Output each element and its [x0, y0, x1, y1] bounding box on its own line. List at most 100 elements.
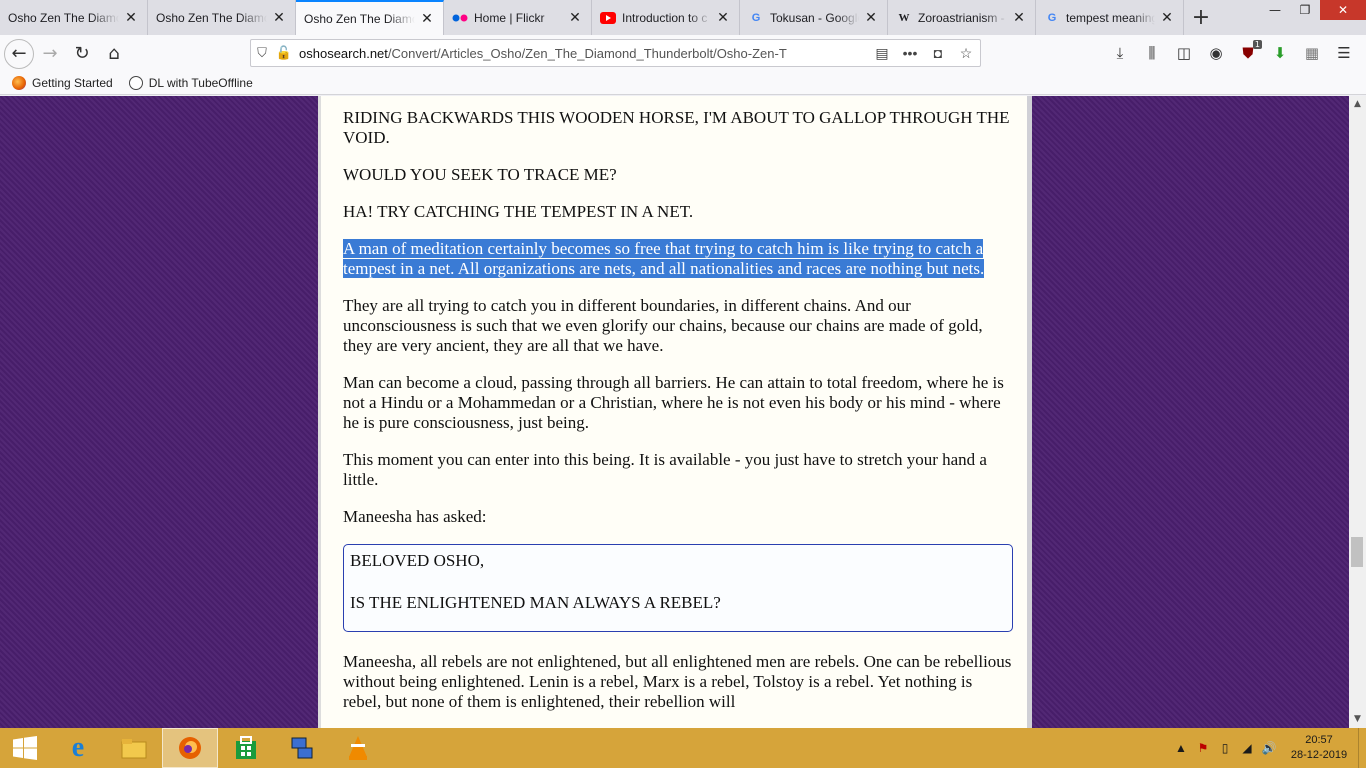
ublock-icon[interactable]: ⛊ 1 — [1232, 39, 1264, 67]
shield-icon[interactable]: ⛉ — [251, 45, 273, 61]
minimize-icon[interactable]: — — [1260, 0, 1290, 20]
tab-title: Zoroastrianism - — [918, 10, 1005, 25]
tab-osho-2[interactable]: Osho Zen The Diamond ✕ — [148, 0, 296, 35]
tab-osho-active[interactable]: Osho Zen The Diamond ✕ — [296, 0, 444, 35]
tab-title: Osho Zen The Diamond — [8, 10, 119, 25]
new-tab-button[interactable]: + — [1184, 0, 1218, 35]
tab-title: Osho Zen The Diamond — [304, 11, 415, 26]
windows-logo-icon — [13, 736, 37, 760]
show-hidden-icons-icon[interactable]: ▲ — [1170, 741, 1192, 755]
question-box: BELOVED OSHO, IS THE ENLIGHTENED MAN ALW… — [343, 544, 1013, 632]
file-explorer-icon[interactable] — [106, 728, 162, 768]
question-text: IS THE ENLIGHTENED MAN ALWAYS A REBEL? — [350, 593, 721, 612]
text-selection: A man of meditation certainly becomes so… — [343, 239, 985, 278]
tab-title: Home | Flickr — [474, 10, 545, 25]
close-window-icon[interactable]: ✕ — [1320, 0, 1366, 20]
clock-date: 28-12-2019 — [1290, 749, 1348, 761]
paragraph: Maneesha, all rebels are not enlightened… — [343, 652, 1012, 711]
navigation-toolbar: ← → ↻ ⌂ ⛉ 🔓 oshosearch.net/Convert/Artic… — [0, 35, 1366, 72]
store-icon[interactable] — [218, 728, 274, 768]
scrollbar-thumb[interactable] — [1351, 537, 1363, 567]
start-button[interactable] — [0, 728, 50, 768]
clock[interactable]: 20:57 28-12-2019 — [1280, 733, 1358, 763]
flickr-icon — [452, 10, 468, 26]
forward-arrow-icon[interactable]: → — [34, 38, 66, 70]
window-controls: — ❐ ✕ — [1260, 0, 1366, 22]
extension-icon[interactable]: ▦ — [1296, 39, 1328, 67]
sutra-line-3: HA! TRY CATCHING THE TEMPEST IN A NET. — [343, 202, 694, 221]
close-tab-icon[interactable]: ✕ — [419, 10, 435, 27]
windows-taskbar: e ▲ ⚑ ▯ ◢ 🔊 20:57 28-12-2019 — [0, 728, 1366, 768]
tab-title: Osho Zen The Diamond — [156, 10, 267, 25]
reader-view-icon[interactable]: ▤ — [868, 45, 896, 62]
battery-icon[interactable]: ▯ — [1214, 741, 1236, 755]
restore-icon[interactable]: ❐ — [1290, 0, 1320, 20]
scroll-down-icon[interactable]: ▼ — [1349, 711, 1366, 728]
tab-osho-1[interactable]: Osho Zen The Diamond ✕ — [0, 0, 148, 35]
download-helper-icon[interactable]: ⬇ — [1264, 39, 1296, 67]
tab-flickr[interactable]: Home | Flickr ✕ — [444, 0, 592, 35]
tab-google-tempest[interactable]: G tempest meaning ✕ — [1036, 0, 1184, 35]
close-tab-icon[interactable]: ✕ — [863, 9, 879, 26]
close-tab-icon[interactable]: ✕ — [715, 9, 731, 26]
bookmark-label: Getting Started — [32, 76, 113, 90]
scroll-up-icon[interactable]: ▲ — [1349, 96, 1366, 113]
tab-title: Introduction to c — [622, 10, 708, 25]
volume-icon[interactable]: 🔊 — [1258, 741, 1280, 755]
google-icon: G — [1047, 11, 1057, 24]
ublock-badge: 1 — [1252, 40, 1262, 49]
back-arrow-icon[interactable]: ← — [4, 38, 34, 69]
question-salutation: BELOVED OSHO, — [350, 551, 485, 570]
wikipedia-icon: W — [898, 11, 910, 24]
internet-explorer-icon[interactable]: e — [50, 728, 106, 768]
paragraph: They are all trying to catch you in diff… — [343, 296, 983, 355]
close-tab-icon[interactable]: ✕ — [1159, 9, 1175, 26]
firefox-icon — [12, 76, 26, 90]
article-body: RIDING BACKWARDS THIS WOODEN HORSE, I'M … — [343, 108, 1013, 728]
close-tab-icon[interactable]: ✕ — [1011, 9, 1027, 26]
account-icon[interactable]: ◉ — [1200, 39, 1232, 67]
sidebar-icon[interactable]: ◫ — [1168, 39, 1200, 67]
close-tab-icon[interactable]: ✕ — [567, 9, 583, 26]
close-tab-icon[interactable]: ✕ — [271, 9, 287, 26]
tab-title: tempest meaning — [1066, 10, 1155, 25]
reload-icon[interactable]: ↻ — [66, 38, 98, 70]
paragraph: Man can become a cloud, passing through … — [343, 373, 1004, 432]
download-icon[interactable]: ⤓ — [1104, 39, 1136, 67]
toolbar-extensions: ⤓ ⫼ ◫ ◉ ⛊ 1 ⬇ ▦ ☰ — [1104, 39, 1360, 67]
bookmark-getting-started[interactable]: Getting Started — [12, 76, 113, 90]
page-actions-icon[interactable]: ••• — [896, 45, 924, 61]
clock-time: 20:57 — [1305, 734, 1333, 746]
bookmarks-toolbar: Getting Started DL with TubeOffline — [0, 72, 1366, 95]
page-viewport: RIDING BACKWARDS THIS WOODEN HORSE, I'M … — [0, 96, 1366, 728]
insecure-lock-icon[interactable]: 🔓 — [273, 45, 295, 61]
pocket-icon[interactable]: ◘ — [924, 45, 952, 61]
menu-icon[interactable]: ☰ — [1328, 39, 1360, 67]
vertical-scrollbar[interactable]: ▲ ▼ — [1349, 96, 1366, 728]
url-text[interactable]: oshosearch.net/Convert/Articles_Osho/Zen… — [295, 46, 868, 61]
library-icon[interactable]: ⫼ — [1136, 39, 1168, 67]
tab-youtube[interactable]: Introduction to c ✕ — [592, 0, 740, 35]
system-tray: ▲ ⚑ ▯ ◢ 🔊 20:57 28-12-2019 — [1170, 728, 1366, 768]
url-domain: oshosearch.net — [299, 45, 388, 61]
youtube-icon — [600, 10, 616, 26]
sutra-line-1: RIDING BACKWARDS THIS WOODEN HORSE, I'M … — [343, 108, 1010, 147]
vlc-icon[interactable] — [330, 728, 386, 768]
tab-title: Tokusan - Google — [770, 10, 859, 25]
selected-paragraph: A man of meditation certainly becomes so… — [343, 239, 1013, 279]
show-desktop-button[interactable] — [1358, 728, 1366, 768]
home-icon[interactable]: ⌂ — [98, 38, 130, 70]
signal-strength-icon[interactable]: ◢ — [1236, 741, 1258, 755]
action-center-flag-icon[interactable]: ⚑ — [1192, 741, 1214, 755]
sutra-line-2: WOULD YOU SEEK TO TRACE ME? — [343, 165, 617, 184]
bookmark-tubeoffline[interactable]: DL with TubeOffline — [128, 76, 253, 90]
bookmark-label: DL with TubeOffline — [148, 76, 253, 90]
tab-wikipedia[interactable]: W Zoroastrianism - ✕ — [888, 0, 1036, 35]
close-tab-icon[interactable]: ✕ — [123, 9, 139, 26]
network-connection-icon[interactable] — [274, 728, 330, 768]
bookmark-star-icon[interactable]: ☆ — [952, 45, 980, 62]
tab-strip: Osho Zen The Diamond ✕ Osho Zen The Diam… — [0, 0, 1366, 35]
tab-google-tokusan[interactable]: G Tokusan - Google ✕ — [740, 0, 888, 35]
address-bar[interactable]: ⛉ 🔓 oshosearch.net/Convert/Articles_Osho… — [250, 39, 981, 67]
firefox-taskbar-icon[interactable] — [162, 728, 218, 768]
